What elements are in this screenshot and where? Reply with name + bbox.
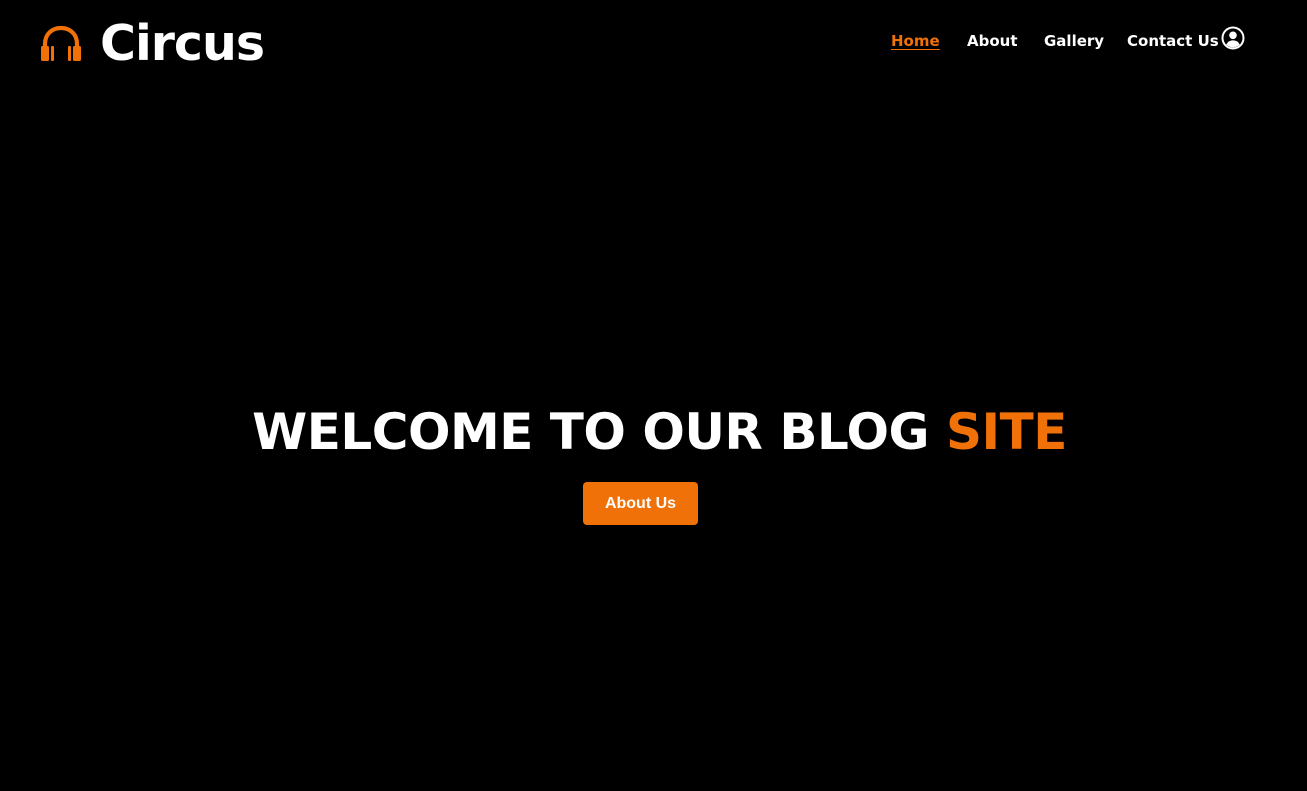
site-header: Circus Home About Gallery Contact Us <box>0 0 1307 86</box>
nav-link-contact-us[interactable]: Contact Us <box>1127 28 1219 54</box>
user-circle-icon <box>1221 26 1245 50</box>
about-us-button[interactable]: About Us <box>583 482 698 525</box>
nav-link-about[interactable]: About <box>967 28 1018 54</box>
nav-link-home[interactable]: Home <box>891 28 940 54</box>
hero-title: WELCOME TO OUR BLOG SITE <box>0 400 1307 464</box>
main-nav: Home About Gallery Contact Us <box>0 28 1307 54</box>
hero-section: WELCOME TO OUR BLOG SITE About Us <box>0 400 1307 525</box>
hero-title-main: WELCOME TO OUR BLOG <box>252 403 946 461</box>
hero-title-accent: SITE <box>945 403 1067 461</box>
nav-link-gallery[interactable]: Gallery <box>1044 28 1104 54</box>
account-button[interactable] <box>1221 26 1245 50</box>
